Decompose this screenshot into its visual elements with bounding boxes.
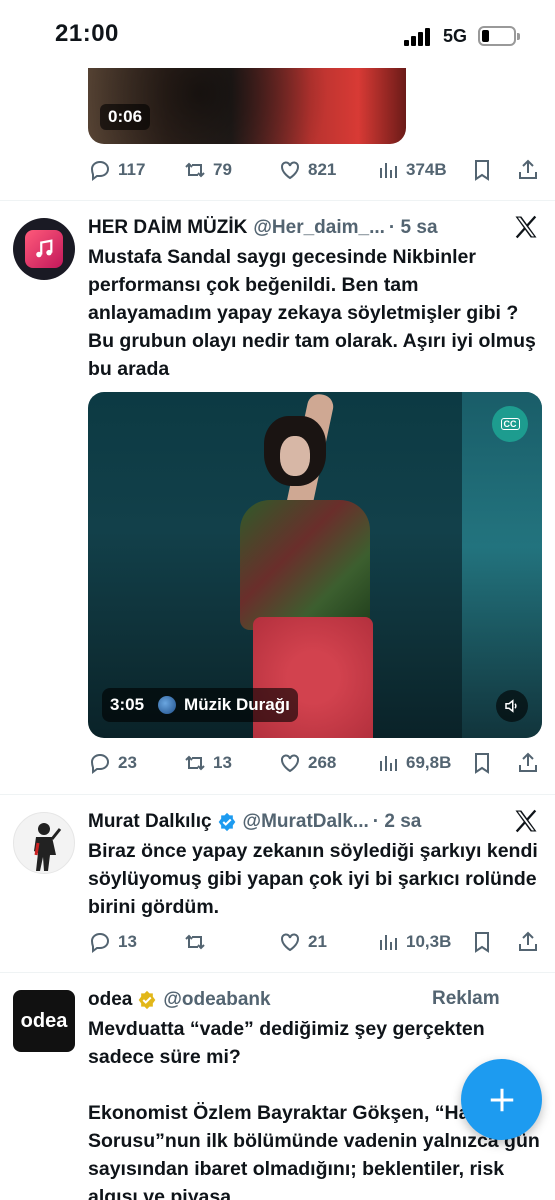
speaker-icon [505, 699, 517, 713]
bookmark-icon [475, 753, 489, 774]
retweet-count: 13 [213, 753, 232, 772]
views-button[interactable]: 374B [376, 155, 447, 185]
like-icon [281, 933, 299, 952]
reply-icon [90, 753, 110, 774]
status-time: 21:00 [55, 20, 119, 47]
like-button[interactable]: 821 [278, 155, 336, 185]
retweet-button[interactable]: 79 [183, 155, 232, 185]
like-count: 21 [308, 932, 327, 951]
user-handle[interactable]: @odeabank [163, 989, 270, 1011]
bookmark-button[interactable] [470, 155, 494, 185]
avatar[interactable] [13, 812, 75, 874]
tweet-divider [0, 794, 555, 795]
video-duration: 3:05 [110, 695, 145, 714]
avatar[interactable] [13, 218, 75, 280]
display-name[interactable]: Murat Dalkılıç [88, 811, 212, 833]
source-avatar-icon [158, 696, 177, 714]
reply-count: 13 [118, 932, 137, 951]
tweet-actions: 117 79 821 374B [88, 155, 543, 185]
captions-button[interactable]: CC [492, 406, 528, 442]
reply-button[interactable]: 23 [88, 748, 137, 778]
verified-gold-icon [139, 990, 156, 1010]
like-button[interactable]: 21 [278, 927, 327, 957]
x-logo-icon[interactable] [512, 807, 542, 837]
video-info: 3:05 Müzik Durağı [102, 688, 298, 722]
bookmark-button[interactable] [470, 927, 494, 957]
tweet-time[interactable]: · 5 sa [389, 217, 438, 239]
views-icon [380, 756, 397, 771]
like-icon [281, 161, 299, 180]
network-type: 5G [443, 26, 468, 46]
brand-logo[interactable]: odea [13, 990, 75, 1052]
share-icon [519, 159, 537, 179]
tweet-actions: 23 13 268 69,8B [88, 748, 543, 778]
captions-label: CC [500, 418, 520, 430]
views-icon [380, 935, 397, 950]
bookmark-icon [475, 932, 489, 953]
like-icon [281, 754, 299, 773]
compose-button[interactable] [461, 1059, 542, 1140]
tweet-video-thumbnail[interactable]: 0:06 [88, 60, 406, 144]
reply-icon [90, 932, 110, 953]
bookmark-button[interactable] [470, 748, 494, 778]
tweet-divider [0, 200, 555, 201]
share-button[interactable] [516, 748, 540, 778]
tweet-text: Mustafa Sandal saygı gecesinde Nikbinler… [88, 246, 536, 380]
views-button[interactable]: 10,3B [376, 927, 451, 957]
views-icon [380, 163, 397, 178]
x-logo-icon[interactable] [512, 213, 542, 243]
share-button[interactable] [516, 927, 540, 957]
logo-text: odea [20, 1009, 68, 1032]
views-count: 69,8B [406, 753, 452, 772]
reply-button[interactable]: 13 [88, 927, 137, 957]
like-button[interactable]: 268 [278, 748, 336, 778]
reply-count: 23 [118, 753, 137, 772]
display-name[interactable]: HER DAİM MÜZİK [88, 217, 247, 239]
like-count: 821 [308, 160, 337, 179]
reply-count: 117 [118, 160, 146, 179]
display-name[interactable]: odea [88, 989, 132, 1011]
tweet-header: Murat Dalkılıç @MuratDalk... · 2 sa [88, 808, 421, 836]
retweet-button[interactable] [183, 927, 213, 957]
tweet-video[interactable]: CC 3:05 Müzik Durağı [88, 392, 542, 738]
tweet-actions: 13 21 10,3B [88, 927, 543, 957]
tweet-text: Mevduatta “vade” dediğimiz şey gerçekten… [88, 1018, 485, 1068]
views-count: 10,3B [406, 932, 452, 951]
retweet-icon [185, 755, 205, 771]
tweet-header: HER DAİM MÜZİK @Her_daim_... · 5 sa [88, 214, 438, 242]
tweet-time[interactable]: · 2 sa [373, 811, 422, 833]
retweet-button[interactable]: 13 [183, 748, 232, 778]
verified-blue-icon [218, 812, 235, 832]
battery-icon [478, 26, 520, 46]
bookmark-icon [475, 160, 489, 181]
user-handle[interactable]: @MuratDalk... [243, 811, 369, 833]
mute-button[interactable] [496, 690, 528, 722]
plus-icon [490, 1088, 513, 1111]
reply-icon [90, 160, 110, 181]
status-bar: 21:00 5G [0, 0, 555, 68]
video-source: Müzik Durağı [184, 695, 290, 714]
tweet-text: Biraz önce yapay zekanın söylediği şarkı… [88, 840, 538, 918]
ad-label: Reklam [432, 988, 500, 1009]
signal-icon [404, 28, 434, 46]
retweet-icon [185, 162, 205, 178]
retweet-icon [185, 934, 205, 950]
share-icon [519, 752, 537, 772]
user-handle[interactable]: @Her_daim_... [253, 217, 385, 239]
tweet-header: odea @odeabank [88, 986, 271, 1014]
tweet-divider [0, 972, 555, 973]
reply-button[interactable]: 117 [88, 155, 145, 185]
retweet-count: 79 [213, 160, 232, 179]
like-count: 268 [308, 753, 337, 772]
music-note-icon [25, 230, 63, 268]
video-duration: 0:06 [100, 104, 151, 130]
views-button[interactable]: 69,8B [376, 748, 451, 778]
share-button[interactable] [516, 155, 540, 185]
share-icon [519, 931, 537, 951]
views-count: 374B [406, 160, 447, 179]
